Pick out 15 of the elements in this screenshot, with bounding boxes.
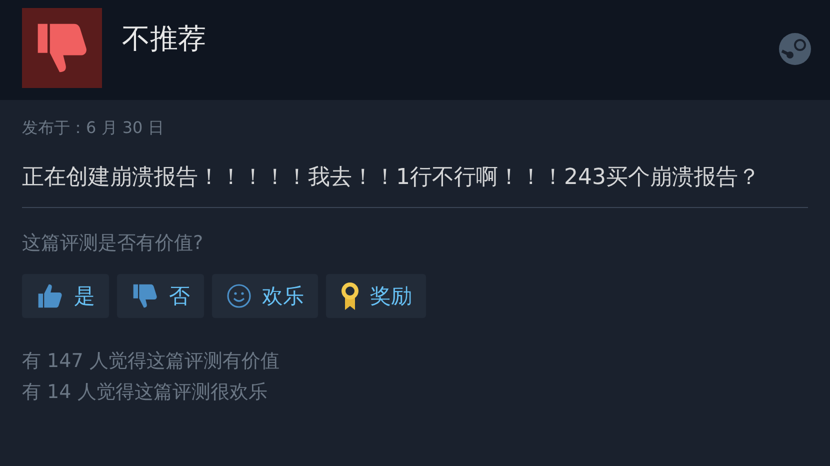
thumbs-down-icon	[131, 282, 159, 310]
review-text: 正在创建崩溃报告！！！！！我去！！1行不行啊！！！243买个崩溃报告？	[22, 164, 761, 192]
award-ribbon-icon	[340, 281, 360, 311]
thumbs-up-icon	[36, 282, 64, 310]
funny-button[interactable]: 欢乐	[212, 274, 318, 318]
vote-count-text: 有 14 人觉得这篇评测很欢乐	[22, 380, 268, 405]
posted-date: 发布于：6 月 30 日	[22, 118, 165, 139]
no-button[interactable]: 否	[117, 274, 204, 318]
helpful-question: 这篇评测是否有价值?	[22, 231, 204, 256]
vote-count-text: 有 147 人觉得这篇评测有价值	[22, 349, 280, 374]
yes-button[interactable]: 是	[22, 274, 109, 318]
award-button[interactable]: 奖励	[326, 274, 426, 318]
steam-logo-icon	[778, 32, 812, 66]
verdict-title: 不推荐	[122, 21, 207, 57]
smiley-icon	[226, 283, 252, 309]
